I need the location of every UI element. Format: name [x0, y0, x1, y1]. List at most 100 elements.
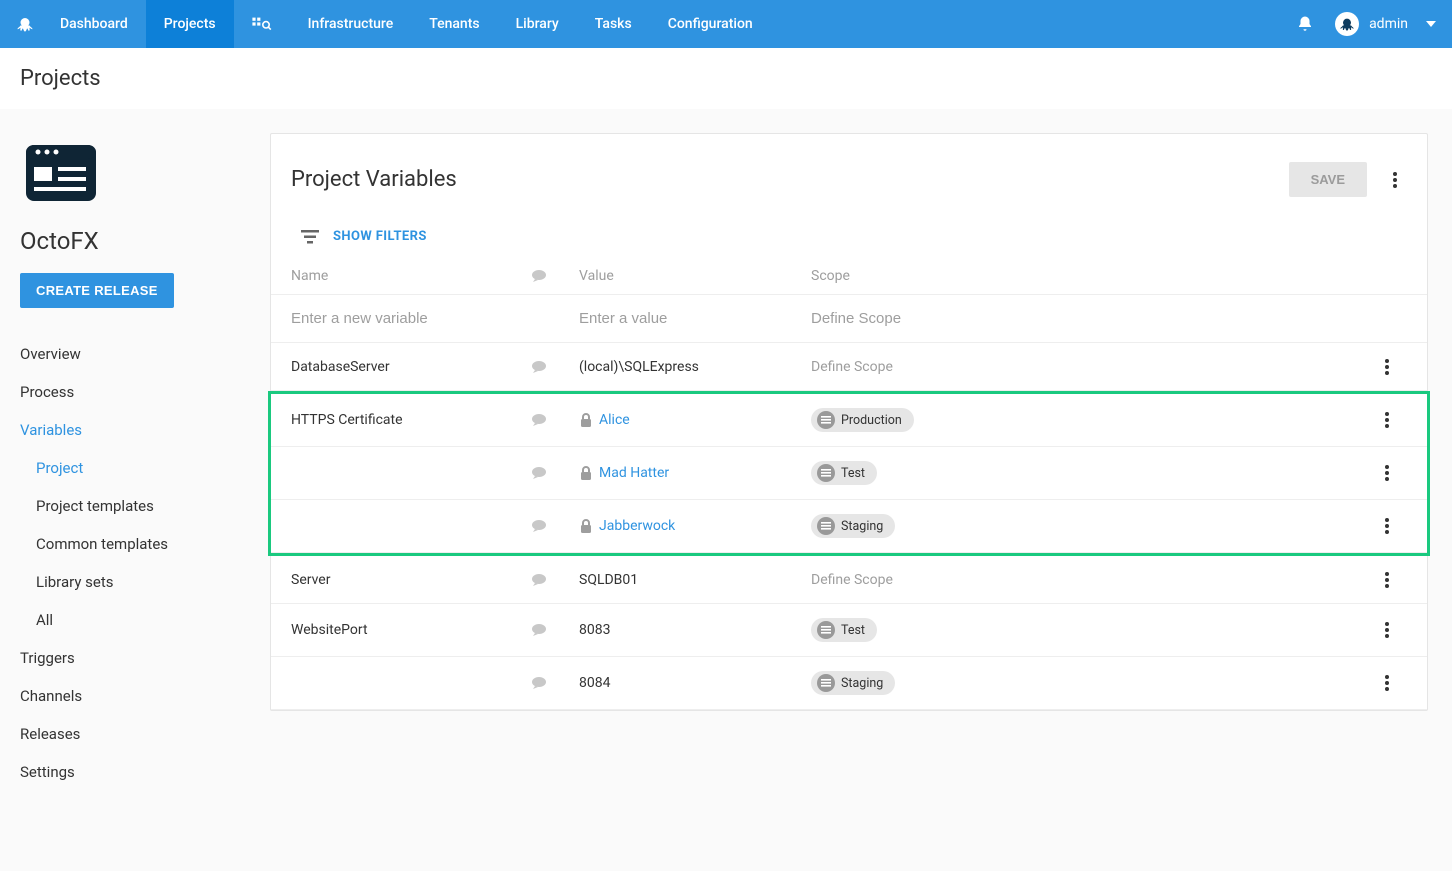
description-icon[interactable]: [531, 573, 579, 587]
col-value: Value: [579, 268, 811, 284]
nav-search-icon[interactable]: [234, 0, 290, 48]
nav-library[interactable]: Library: [498, 0, 577, 48]
cell-name[interactable]: DatabaseServer: [291, 359, 531, 375]
cell-name[interactable]: HTTPS Certificate: [291, 412, 531, 428]
sidebar-item-variables[interactable]: Variables: [20, 412, 230, 448]
chevron-down-icon: [1426, 21, 1436, 27]
scope-chip[interactable]: Test: [811, 618, 877, 642]
table-row: DatabaseServer (local)\SQLExpressDefine S…: [271, 343, 1427, 391]
cell-value[interactable]: 8083: [579, 622, 811, 638]
description-icon[interactable]: [531, 519, 579, 533]
scope-chip-icon: [817, 517, 835, 535]
new-value-input[interactable]: [579, 310, 811, 327]
sidebar-item-overview[interactable]: Overview: [20, 336, 230, 372]
table-row: Server SQLDB01Define Scope: [271, 556, 1427, 604]
scope-chip-icon: [817, 621, 835, 639]
cell-name[interactable]: WebsitePort: [291, 622, 531, 638]
cell-value[interactable]: Alice: [579, 412, 811, 428]
cell-value[interactable]: 8084: [579, 675, 811, 691]
scope-chip-icon: [817, 464, 835, 482]
description-icon[interactable]: [531, 360, 579, 374]
scope-chip[interactable]: Test: [811, 461, 877, 485]
cell-scope[interactable]: Test: [811, 461, 1367, 485]
description-icon[interactable]: [531, 676, 579, 690]
table-header: Name Value Scope: [271, 258, 1427, 295]
cell-value[interactable]: Jabberwock: [579, 518, 811, 534]
nav-infrastructure[interactable]: Infrastructure: [290, 0, 412, 48]
cell-value[interactable]: SQLDB01: [579, 572, 811, 588]
highlighted-group: HTTPS Certificate AliceProduction Mad Hatt…: [268, 391, 1430, 556]
table-row: JabberwockStaging: [271, 500, 1427, 553]
cell-scope[interactable]: Define Scope: [811, 572, 1367, 588]
new-variable-row: [271, 295, 1427, 343]
cell-scope[interactable]: Define Scope: [811, 359, 1367, 375]
show-filters-link[interactable]: SHOW FILTERS: [333, 229, 427, 244]
page-title: Projects: [0, 48, 1452, 109]
sidebar-item-library-sets[interactable]: Library sets: [20, 564, 230, 600]
username: admin: [1369, 16, 1408, 32]
sidebar-item-channels[interactable]: Channels: [20, 678, 230, 714]
cell-scope[interactable]: Production: [811, 408, 1367, 432]
nav-dashboard[interactable]: Dashboard: [42, 0, 146, 48]
description-icon[interactable]: [531, 413, 579, 427]
row-more-icon[interactable]: [1367, 675, 1407, 691]
scope-chip-icon: [817, 674, 835, 692]
sidebar-item-all[interactable]: All: [20, 602, 230, 638]
table-row: HTTPS Certificate AliceProduction: [271, 394, 1427, 447]
sidebar-item-project-templates[interactable]: Project templates: [20, 488, 230, 524]
cell-scope[interactable]: Test: [811, 618, 1367, 642]
avatar-icon: [1335, 12, 1359, 36]
new-name-input[interactable]: [291, 310, 531, 327]
lock-icon: [579, 466, 593, 480]
card-title: Project Variables: [291, 167, 1289, 192]
col-desc-icon: [531, 268, 579, 284]
cell-name[interactable]: Server: [291, 572, 531, 588]
variables-card: Project Variables SAVE SHOW FILTERS Name…: [270, 133, 1428, 711]
cell-scope[interactable]: Staging: [811, 514, 1367, 538]
cell-value[interactable]: (local)\SQLExpress: [579, 359, 811, 375]
card-more-icon[interactable]: [1383, 168, 1407, 192]
save-button[interactable]: SAVE: [1289, 162, 1367, 197]
table-row: 8084Staging: [271, 657, 1427, 710]
scope-chip[interactable]: Staging: [811, 514, 895, 538]
row-more-icon[interactable]: [1367, 622, 1407, 638]
nav-tasks[interactable]: Tasks: [577, 0, 650, 48]
project-icon: [20, 141, 102, 209]
sidebar-item-project[interactable]: Project: [20, 450, 230, 486]
octopus-logo-icon: [16, 15, 34, 33]
sidebar: OctoFX CREATE RELEASE OverviewProcessVar…: [0, 109, 250, 822]
scope-chip-icon: [817, 411, 835, 429]
cell-scope[interactable]: Staging: [811, 671, 1367, 695]
row-more-icon[interactable]: [1367, 465, 1407, 481]
top-nav: Dashboard Projects Infrastructure Tenant…: [0, 0, 1452, 48]
table-row: Mad HatterTest: [271, 447, 1427, 500]
nav-tenants[interactable]: Tenants: [411, 0, 497, 48]
sidebar-item-releases[interactable]: Releases: [20, 716, 230, 752]
new-scope-input[interactable]: [811, 310, 1367, 327]
col-scope: Scope: [811, 268, 1367, 284]
project-name: OctoFX: [20, 227, 230, 255]
sidebar-item-process[interactable]: Process: [20, 374, 230, 410]
scope-chip[interactable]: Production: [811, 408, 914, 432]
description-icon[interactable]: [531, 623, 579, 637]
lock-icon: [579, 519, 593, 533]
cell-value[interactable]: Mad Hatter: [579, 465, 811, 481]
scope-chip[interactable]: Staging: [811, 671, 895, 695]
row-more-icon[interactable]: [1367, 359, 1407, 375]
nav-configuration[interactable]: Configuration: [650, 0, 771, 48]
row-more-icon[interactable]: [1367, 518, 1407, 534]
table-row: WebsitePort 8083Test: [271, 604, 1427, 657]
nav-projects[interactable]: Projects: [146, 0, 234, 48]
filter-icon: [301, 230, 319, 244]
user-menu[interactable]: admin: [1335, 12, 1436, 36]
sidebar-item-settings[interactable]: Settings: [20, 754, 230, 790]
row-more-icon[interactable]: [1367, 412, 1407, 428]
notifications-icon[interactable]: [1287, 6, 1323, 42]
description-icon[interactable]: [531, 466, 579, 480]
sidebar-item-common-templates[interactable]: Common templates: [20, 526, 230, 562]
row-more-icon[interactable]: [1367, 572, 1407, 588]
sidebar-item-triggers[interactable]: Triggers: [20, 640, 230, 676]
col-name: Name: [291, 268, 531, 284]
create-release-button[interactable]: CREATE RELEASE: [20, 273, 174, 308]
lock-icon: [579, 413, 593, 427]
